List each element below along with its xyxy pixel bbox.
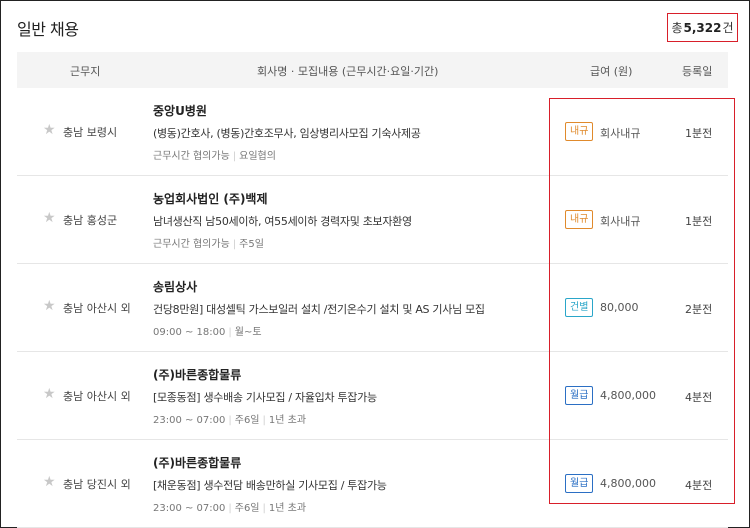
row-title-link[interactable]: [채운동점] 생수전담 배송만하실 기사모집 / 투잡가능 bbox=[153, 477, 387, 493]
meta-item: 09:00 ~ 18:00 bbox=[153, 327, 226, 338]
total-suffix: 건 bbox=[722, 21, 734, 35]
meta-item: 근무시간 협의가능 bbox=[153, 239, 230, 250]
meta-item: 주6일 bbox=[234, 503, 260, 514]
row-company-link[interactable]: (주)바른종합물류 bbox=[153, 454, 241, 471]
meta-divider: | bbox=[228, 415, 232, 426]
meta-item: 근무시간 협의가능 bbox=[153, 151, 230, 162]
row-meta: 23:00 ~ 07:00 | 주6일 | 1년 초과 bbox=[153, 499, 306, 514]
meta-item: 월~토 bbox=[234, 327, 262, 338]
row-location: 충남 아산시 외 bbox=[63, 390, 131, 403]
row-location: 충남 홍성군 bbox=[63, 214, 118, 227]
header-location: 근무지 bbox=[70, 65, 101, 78]
pay-type-badge: 월급 bbox=[565, 474, 594, 493]
meta-item: 1년 초과 bbox=[268, 415, 307, 426]
row-pay: 4,800,000 bbox=[600, 477, 656, 490]
table-row[interactable]: ★ 충남 홍성군 농업회사법인 (주)백제남녀생산직 남50세이하, 여55세이하 … bbox=[17, 176, 728, 264]
pay-type-badge: 내규 bbox=[565, 122, 594, 141]
section-title: 일반 채용 bbox=[17, 20, 79, 39]
header-date: 등록일 bbox=[682, 65, 713, 78]
row-title-link[interactable]: 건당8만원] 대성셀틱 가스보일러 설치 /전기온수기 설치 및 AS 기사님 … bbox=[153, 301, 485, 317]
row-company-link[interactable]: 송림상사 bbox=[153, 278, 197, 295]
row-date: 1분전 bbox=[685, 215, 713, 228]
row-date: 4분전 bbox=[685, 391, 713, 404]
meta-divider: | bbox=[262, 415, 266, 426]
meta-divider: | bbox=[228, 503, 232, 514]
star-icon[interactable]: ★ bbox=[43, 387, 56, 401]
row-date: 1분전 bbox=[685, 127, 713, 140]
job-list: ★ 충남 보령시 중앙U병원 (병동)간호사, (병동)간호조무사, 임상병리사모집 … bbox=[17, 88, 728, 528]
row-meta: 근무시간 협의가능 | 주5일 bbox=[153, 235, 264, 250]
meta-item: 23:00 ~ 07:00 bbox=[153, 503, 226, 514]
star-icon[interactable]: ★ bbox=[43, 299, 56, 313]
star-icon[interactable]: ★ bbox=[43, 123, 56, 137]
meta-item: 주6일 bbox=[234, 415, 260, 426]
table-row[interactable]: ★ 충남 당진시 외 (주)바른종합물류 [채운동점] 생수전담 배송만하실 기사모집… bbox=[17, 440, 728, 528]
row-title-link[interactable]: [모종동점] 생수배송 기사모집 / 자율입차 투잡가능 bbox=[153, 389, 377, 405]
total-prefix: 총 bbox=[671, 21, 683, 35]
row-pay: 80,000 bbox=[600, 301, 639, 314]
row-location: 충남 보령시 bbox=[63, 126, 118, 139]
row-date: 4분전 bbox=[685, 479, 713, 492]
meta-item: 주5일 bbox=[239, 239, 264, 250]
table-header: 근무지 회사명 · 모집내용 (근무시간·요일·기간) 급여 (원) 등록일 bbox=[17, 52, 728, 88]
meta-divider: | bbox=[228, 327, 232, 338]
meta-divider: | bbox=[232, 151, 237, 162]
meta-divider: | bbox=[232, 239, 237, 250]
pay-type-badge: 건별 bbox=[565, 298, 594, 317]
row-meta: 09:00 ~ 18:00 | 월~토 bbox=[153, 323, 262, 338]
header-pay: 급여 (원) bbox=[590, 65, 633, 78]
pay-type-badge: 내규 bbox=[565, 210, 594, 229]
row-meta: 23:00 ~ 07:00 | 주6일 | 1년 초과 bbox=[153, 411, 306, 426]
row-company-link[interactable]: 농업회사법인 (주)백제 bbox=[153, 190, 268, 207]
row-company-link[interactable]: (주)바른종합물류 bbox=[153, 366, 241, 383]
table-row[interactable]: ★ 충남 아산시 외 (주)바른종합물류 [모종동점] 생수배송 기사모집 / 자율입… bbox=[17, 352, 728, 440]
meta-divider: | bbox=[262, 503, 266, 514]
pay-type-badge: 월급 bbox=[565, 386, 594, 405]
row-location: 충남 아산시 외 bbox=[63, 302, 131, 315]
row-date: 2분전 bbox=[685, 303, 713, 316]
row-pay: 회사내규 bbox=[600, 215, 641, 228]
star-icon[interactable]: ★ bbox=[43, 475, 56, 489]
row-pay: 회사내규 bbox=[600, 127, 641, 140]
total-count: 5,322 bbox=[683, 20, 722, 35]
meta-item: 23:00 ~ 07:00 bbox=[153, 415, 226, 426]
row-pay: 4,800,000 bbox=[600, 389, 656, 402]
table-row[interactable]: ★ 충남 보령시 중앙U병원 (병동)간호사, (병동)간호조무사, 임상병리사모집 … bbox=[17, 88, 728, 176]
meta-item: 1년 초과 bbox=[268, 503, 307, 514]
table-row[interactable]: ★ 충남 아산시 외 송림상사건당8만원] 대성셀틱 가스보일러 설치 /전기온수기… bbox=[17, 264, 728, 352]
star-icon[interactable]: ★ bbox=[43, 211, 56, 225]
header-info: 회사명 · 모집내용 (근무시간·요일·기간) bbox=[257, 65, 439, 78]
row-title-link[interactable]: (병동)간호사, (병동)간호조무사, 임상병리사모집 기숙사제공 bbox=[153, 125, 421, 141]
row-title-link[interactable]: 남녀생산직 남50세이하, 여55세이하 경력자및 초보자환영 bbox=[153, 213, 412, 229]
row-location: 충남 당진시 외 bbox=[63, 478, 131, 491]
row-meta: 근무시간 협의가능 | 요일협의 bbox=[153, 147, 276, 162]
total-count-box: 총 5,322 건 bbox=[667, 13, 738, 42]
meta-item: 요일협의 bbox=[239, 151, 276, 162]
row-company-link[interactable]: 중앙U병원 bbox=[153, 102, 207, 119]
